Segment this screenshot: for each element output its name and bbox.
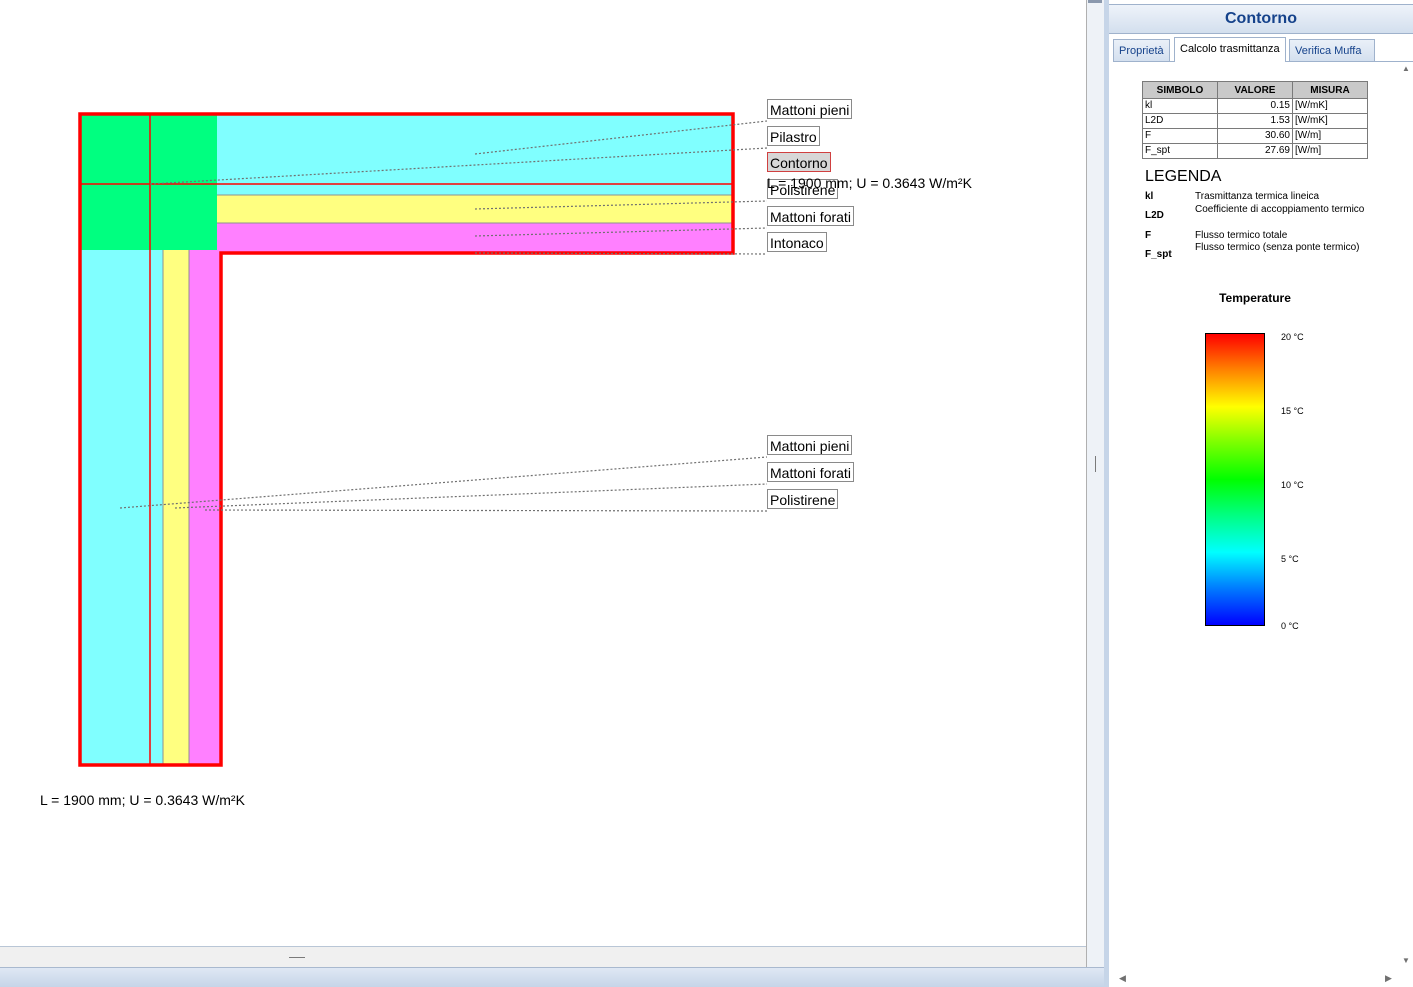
table-cell: L2D <box>1142 113 1218 129</box>
column-header: SIMBOLO <box>1142 81 1218 99</box>
splitter-grip-icon <box>1095 456 1096 472</box>
table-cell: [W/m] <box>1292 128 1368 144</box>
horizontal-splitter[interactable] <box>0 946 1086 967</box>
column-header: VALORE <box>1217 81 1293 99</box>
layer-mattoni-pieni-h-2[interactable] <box>217 184 733 195</box>
horizontal-scrollbar[interactable]: ◀ ▶ <box>1109 970 1413 987</box>
splitter-grip-icon <box>289 957 305 958</box>
scroll-right-icon[interactable]: ▶ <box>1385 973 1392 984</box>
tab-proprieta[interactable]: Proprietà <box>1113 39 1170 61</box>
layer-pilastro[interactable] <box>80 114 217 250</box>
panel-tabs: Proprietà Calcolo trasmittanza Verifica … <box>1113 37 1413 62</box>
temperature-tick: 20 °C <box>1281 332 1304 342</box>
legend-description: Coefficiente di accoppiamento termico <box>1195 204 1365 215</box>
legend-symbol: F_spt <box>1145 249 1172 260</box>
vertical-splitter[interactable] <box>1086 0 1104 967</box>
legend-symbol: L2D <box>1145 210 1164 221</box>
tab-verifica-muffa[interactable]: Verifica Muffa <box>1289 39 1375 61</box>
table-cell: [W/mK] <box>1292 98 1368 114</box>
table-cell: 0.15 <box>1217 98 1293 114</box>
table-header-row: SIMBOLO VALORE MISURA <box>1142 81 1368 99</box>
table-row: L2D 1.53 [W/mK] <box>1142 113 1368 129</box>
legend-description: Trasmittanza termica lineica <box>1195 191 1320 202</box>
legend-symbol: F <box>1145 230 1152 241</box>
temperature-title: Temperature <box>1219 291 1291 305</box>
callout-pilastro[interactable]: Pilastro <box>767 126 820 146</box>
scroll-up-icon[interactable]: ▲ <box>1402 64 1410 73</box>
temperature-tick: 0 °C <box>1281 621 1299 631</box>
callout-mattoni-forati[interactable]: Mattoni forati <box>767 206 854 226</box>
callout-mattoni-pieni-lower[interactable]: Mattoni pieni <box>767 435 853 455</box>
legend-title: LEGENDA <box>1145 168 1222 185</box>
callout-intonaco[interactable]: Intonaco <box>767 232 827 252</box>
table-cell: F <box>1142 128 1218 144</box>
table-cell: 30.60 <box>1217 128 1293 144</box>
vertical-scrollbar[interactable]: ▲ ▼ <box>1400 64 1413 970</box>
legend-description: Flusso termico totale <box>1195 230 1288 241</box>
table-row: F_spt 27.69 [W/m] <box>1142 143 1368 159</box>
legend-symbol: kl <box>1145 191 1154 202</box>
layer-intonaco-h[interactable] <box>217 223 733 253</box>
callout-contorno[interactable]: Contorno <box>767 152 831 172</box>
layer-mattoni-pieni-h[interactable] <box>217 114 733 184</box>
table-cell: [W/m] <box>1292 143 1368 159</box>
scroll-down-icon[interactable]: ▼ <box>1402 956 1410 965</box>
column-header: MISURA <box>1292 81 1368 99</box>
table-cell: 27.69 <box>1217 143 1293 159</box>
tab-calcolo-trasmittanza[interactable]: Calcolo trasmittanza <box>1174 37 1286 62</box>
status-bar <box>0 967 1104 987</box>
callout-mattoni-pieni[interactable]: Mattoni pieni <box>767 99 853 119</box>
dimension-label-bottom: L = 1900 mm; U = 0.3643 W/m²K <box>40 792 245 808</box>
temperature-color-scale <box>1205 333 1265 626</box>
callout-polistirene-lower[interactable]: Polistirene <box>767 489 839 509</box>
table-cell: kl <box>1142 98 1218 114</box>
results-table: SIMBOLO VALORE MISURA kl 0.15 [W/mK] L2D… <box>1142 81 1368 159</box>
properties-panel: Contorno Proprietà Calcolo trasmittanza … <box>1109 0 1413 987</box>
table-cell: F_spt <box>1142 143 1218 159</box>
table-row: kl 0.15 [W/mK] <box>1142 98 1368 114</box>
callout-mattoni-forati-lower[interactable]: Mattoni forati <box>767 462 854 482</box>
splitter-handle-icon <box>1088 0 1102 3</box>
table-cell: 1.53 <box>1217 113 1293 129</box>
panel-title: Contorno <box>1109 4 1413 34</box>
scroll-left-icon[interactable]: ◀ <box>1119 973 1126 984</box>
dimension-label-top: L = 1900 mm; U = 0.3643 W/m²K <box>767 175 972 191</box>
table-cell: [W/mK] <box>1292 113 1368 129</box>
legend-description: Flusso termico (senza ponte termico) <box>1195 242 1360 253</box>
temperature-tick: 10 °C <box>1281 480 1304 490</box>
layer-intonaco-v[interactable] <box>189 250 220 765</box>
table-row: F 30.60 [W/m] <box>1142 128 1368 144</box>
drawing-canvas[interactable]: Mattoni pieni Pilastro Contorno Polistir… <box>0 0 1086 946</box>
temperature-tick: 15 °C <box>1281 406 1304 416</box>
temperature-tick: 5 °C <box>1281 554 1299 564</box>
